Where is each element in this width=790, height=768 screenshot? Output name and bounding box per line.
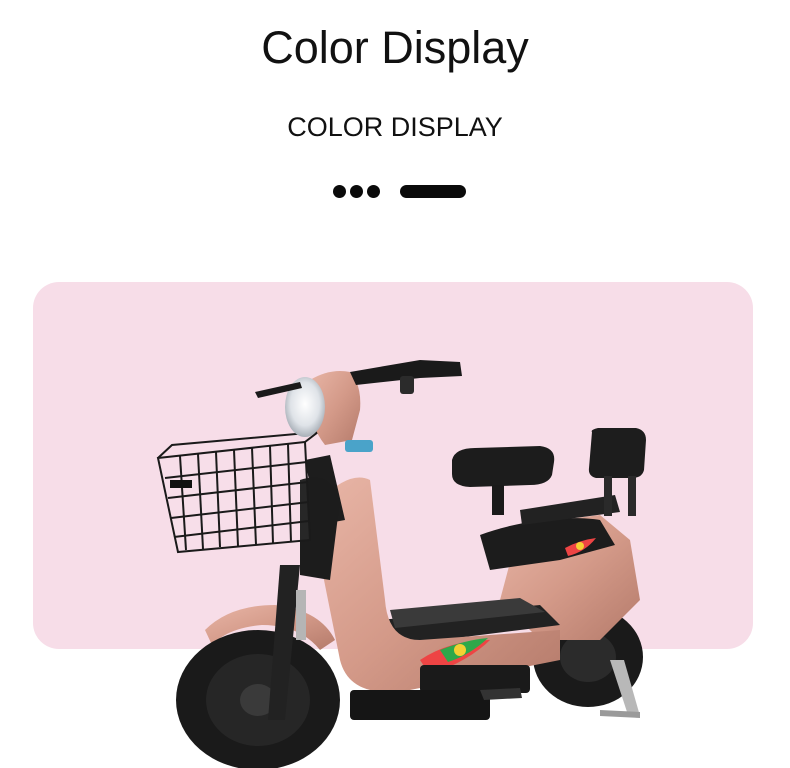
front-wheel — [176, 630, 340, 768]
front-basket — [156, 430, 322, 554]
scooter-image — [156, 360, 646, 768]
